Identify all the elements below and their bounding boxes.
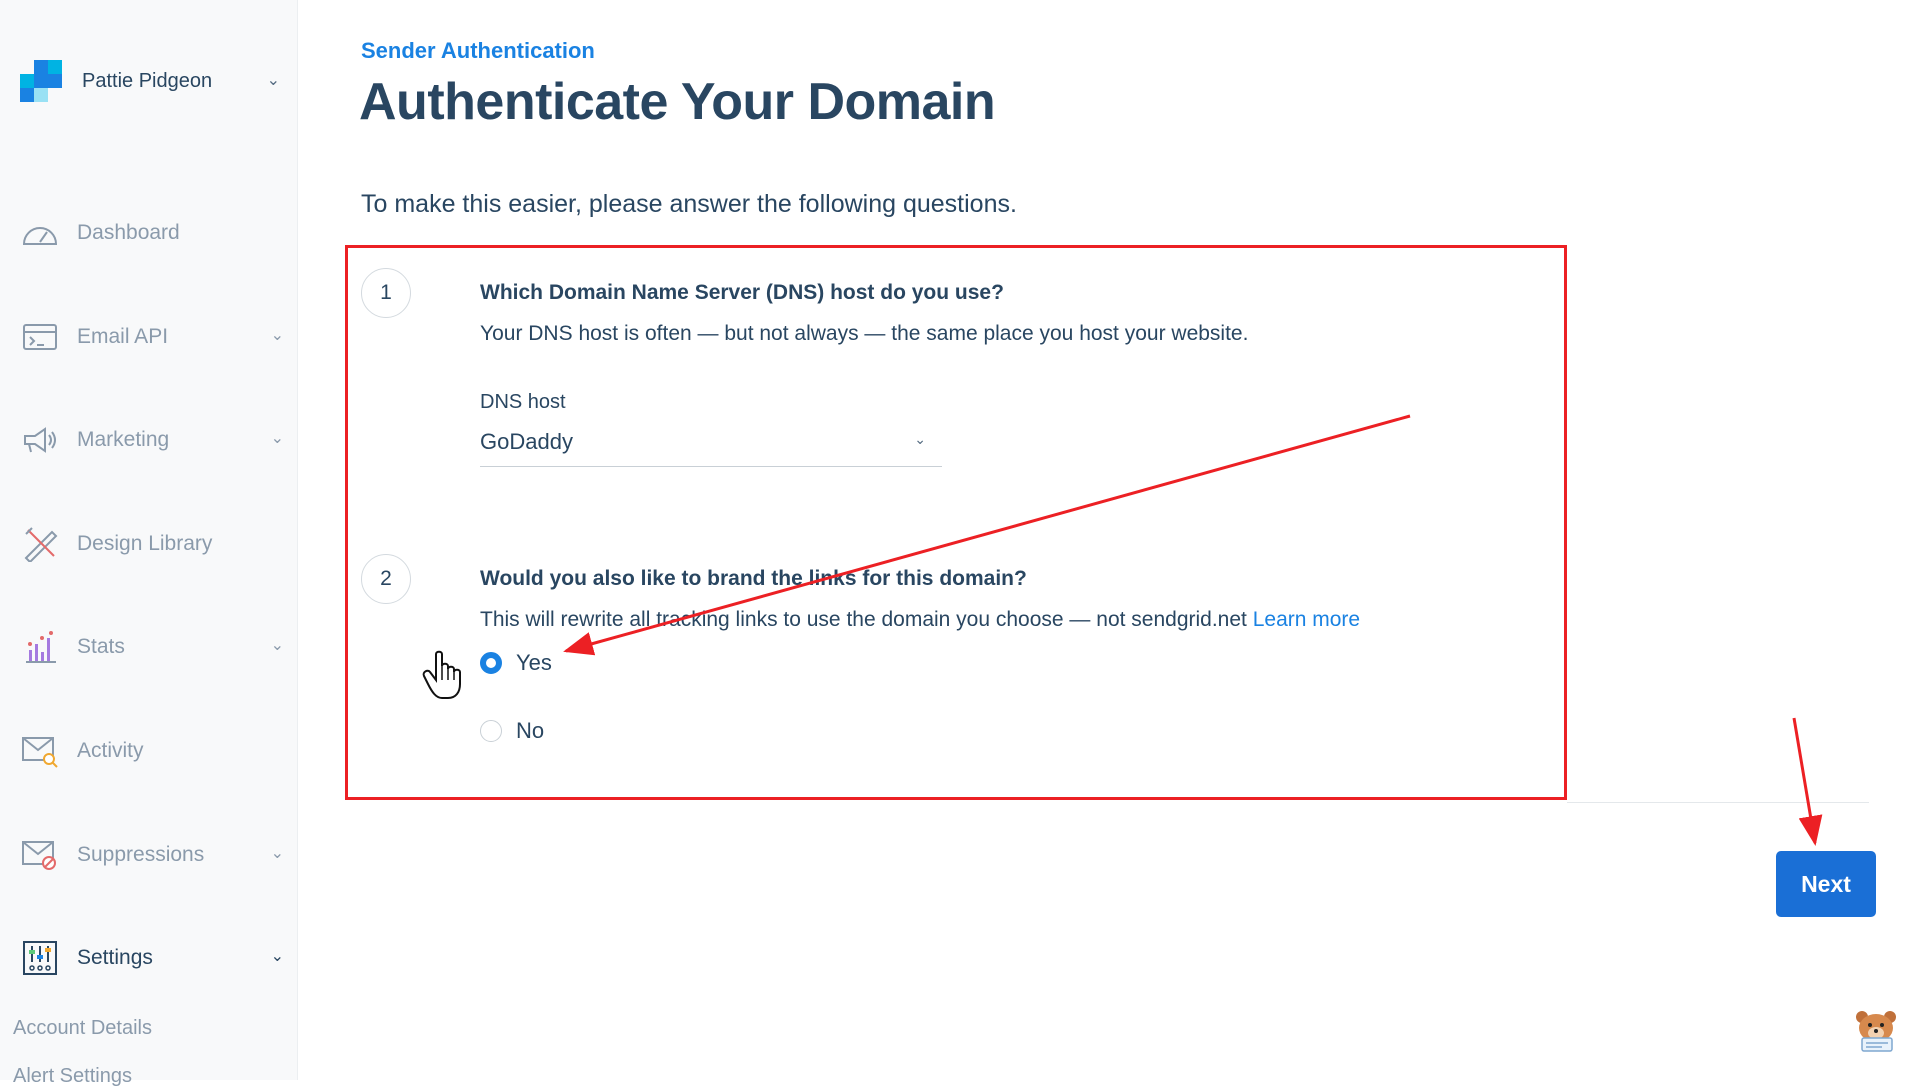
question-2-title: Would you also like to brand the links f… xyxy=(480,567,1027,590)
design-library-icon xyxy=(20,526,60,562)
sidebar-item-dashboard[interactable]: Dashboard xyxy=(20,213,284,253)
sidebar-item-stats[interactable]: Stats ⌄ xyxy=(20,627,284,667)
sidebar-subitem-account-details[interactable]: Account Details xyxy=(13,1017,152,1040)
question-1-description: Your DNS host is often — but not always … xyxy=(480,322,1249,345)
sidebar-item-email-api[interactable]: Email API ⌄ xyxy=(20,317,284,357)
chevron-down-icon: ⌄ xyxy=(266,72,280,89)
next-button[interactable]: Next xyxy=(1776,851,1876,917)
chevron-down-icon: ⌄ xyxy=(270,948,284,965)
sidebar-item-label: Stats xyxy=(77,635,125,658)
step-number-1: 1 xyxy=(361,268,411,318)
mascot-bear-icon xyxy=(1856,1011,1896,1052)
chevron-down-icon: ⌄ xyxy=(914,431,926,447)
chevron-down-icon: ⌄ xyxy=(270,430,284,447)
question-2-description-text: This will rewrite all tracking links to … xyxy=(480,608,1247,631)
radio-label-yes: Yes xyxy=(516,650,552,675)
step-number-2: 2 xyxy=(361,554,411,604)
stats-icon xyxy=(20,629,60,665)
account-name: Pattie Pidgeon xyxy=(82,69,213,92)
radio-no[interactable] xyxy=(480,720,502,742)
chevron-down-icon: ⌄ xyxy=(270,637,284,654)
main-content: Sender Authentication Authenticate Your … xyxy=(298,0,1920,1080)
radio-option-yes[interactable]: Yes xyxy=(480,648,552,678)
footer-divider xyxy=(1567,802,1869,803)
megaphone-icon xyxy=(20,422,60,458)
breadcrumb[interactable]: Sender Authentication xyxy=(361,38,595,64)
sidebar-item-label: Activity xyxy=(77,739,144,762)
sidebar-item-suppressions[interactable]: Suppressions ⌄ xyxy=(20,835,284,875)
dns-host-value: GoDaddy xyxy=(480,429,573,454)
activity-icon xyxy=(20,733,60,769)
sidebar-item-label: Suppressions xyxy=(77,843,205,866)
suppressions-icon xyxy=(20,837,60,873)
settings-icon xyxy=(20,940,60,976)
sidebar-item-activity[interactable]: Activity xyxy=(20,731,284,771)
sidebar-subitem-alert-settings[interactable]: Alert Settings xyxy=(13,1065,132,1088)
sidebar: Pattie Pidgeon ⌄ Dashboard Email API ⌄ M… xyxy=(0,0,298,1087)
email-api-icon xyxy=(20,319,60,355)
learn-more-link[interactable]: Learn more xyxy=(1253,608,1360,631)
sidebar-item-label: Dashboard xyxy=(77,221,180,244)
account-switcher[interactable]: Pattie Pidgeon ⌄ xyxy=(20,56,280,106)
question-1-title: Which Domain Name Server (DNS) host do y… xyxy=(480,281,1004,304)
sidebar-item-settings[interactable]: Settings ⌄ xyxy=(20,938,284,978)
radio-option-no[interactable]: No xyxy=(480,716,544,746)
page-title: Authenticate Your Domain xyxy=(359,73,996,131)
sidebar-item-marketing[interactable]: Marketing ⌄ xyxy=(20,420,284,460)
sidebar-item-label: Marketing xyxy=(77,428,170,451)
intro-text: To make this easier, please answer the f… xyxy=(361,190,1017,218)
radio-label-no: No xyxy=(516,718,545,743)
question-2-description: This will rewrite all tracking links to … xyxy=(480,608,1360,632)
questions-panel: 1 Which Domain Name Server (DNS) host do… xyxy=(345,245,1567,800)
radio-yes[interactable] xyxy=(480,652,502,674)
chevron-down-icon: ⌄ xyxy=(270,845,284,862)
dashboard-icon xyxy=(20,215,60,251)
sidebar-item-label: Email API xyxy=(77,325,169,348)
dns-host-select[interactable]: GoDaddy ⌄ xyxy=(480,425,942,467)
sidebar-item-label: Design Library xyxy=(77,532,213,555)
sidebar-item-label: Settings xyxy=(77,946,153,969)
dns-host-label: DNS host xyxy=(480,391,566,413)
chevron-down-icon: ⌄ xyxy=(270,327,284,344)
sidebar-item-design-library[interactable]: Design Library xyxy=(20,524,284,564)
sendgrid-logo-icon xyxy=(20,60,62,102)
